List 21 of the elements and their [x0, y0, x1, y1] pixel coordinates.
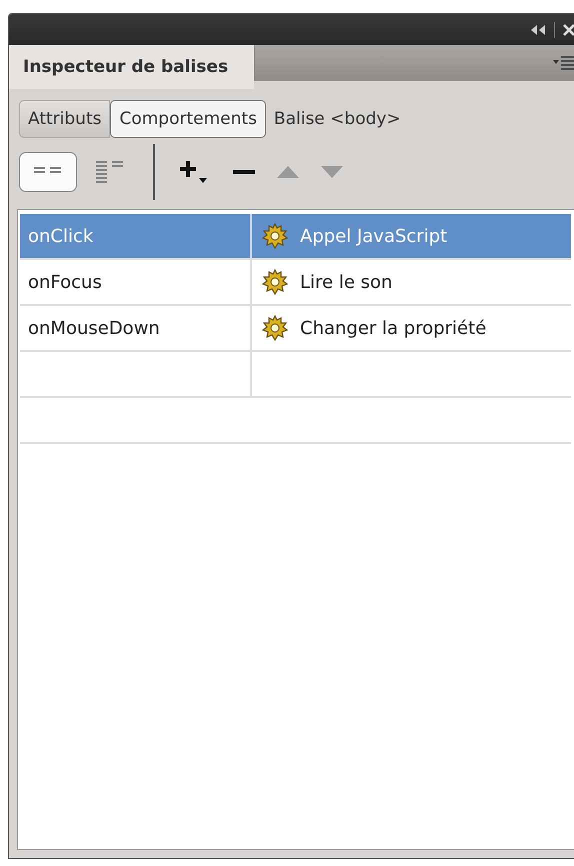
category-view-button[interactable]: [19, 152, 77, 192]
tab[interactable]: Attributs: [19, 100, 110, 138]
action-cell: Changer la propriété: [300, 318, 486, 338]
list-view-icon: [96, 159, 124, 185]
collapse-icon[interactable]: [530, 24, 546, 36]
action-cell: Appel JavaScript: [300, 226, 448, 246]
gear-icon: [262, 223, 288, 249]
close-icon[interactable]: [563, 24, 574, 36]
event-cell: onMouseDown: [20, 306, 252, 350]
panel-tab[interactable]: Inspecteur de balises: [9, 45, 254, 89]
action-cell: Lire le son: [300, 272, 392, 292]
tab[interactable]: Comportements: [110, 100, 266, 138]
menu-icon[interactable]: [553, 56, 574, 70]
gear-icon: [262, 315, 288, 341]
gear-icon: [262, 269, 288, 295]
event-cell: onFocus: [20, 260, 252, 304]
remove-icon[interactable]: [233, 169, 255, 175]
event-cell: onClick: [20, 214, 252, 258]
tag-label: Balise <body>: [272, 108, 401, 128]
table-row[interactable]: onMouseDown Changer la propriété: [20, 306, 571, 352]
table-row[interactable]: onFocus Lire le son: [20, 260, 571, 306]
